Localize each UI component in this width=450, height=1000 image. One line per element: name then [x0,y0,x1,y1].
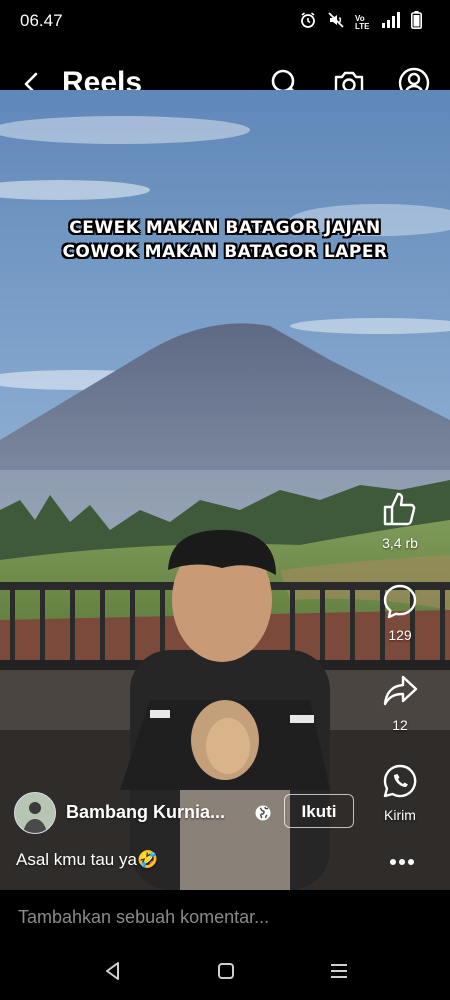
signal-icon [381,12,401,33]
share-count: 12 [392,717,408,733]
author-row: Bambang Kurnia... Ikuti [14,792,374,834]
comment-count: 129 [388,627,412,643]
like-button[interactable]: 3,4 rb [368,490,432,551]
comment-button[interactable]: 129 [368,582,432,643]
status-time: 06.47 [20,11,63,30]
comment-bar [0,890,450,940]
send-button[interactable]: Kirim [368,762,432,823]
alarm-icon [299,11,317,34]
thumbs-up-icon [383,492,416,526]
whatsapp-icon [383,764,417,798]
status-icons: Vo LTE [299,11,422,34]
send-label: Kirim [384,807,416,823]
like-count: 3,4 rb [382,535,418,551]
post-caption[interactable]: Asal kmu tau ya🤣 [16,850,158,870]
share-icon [383,675,418,706]
volte-icon: Vo LTE [355,13,370,31]
video-caption-text: CEWEK MAKAN BATAGOR JAJAN COWOK MAKAN BA… [0,216,450,264]
share-button[interactable]: 12 [368,672,432,733]
comment-icon [383,584,417,619]
video-caption-line-1: CEWEK MAKAN BATAGOR JAJAN [69,218,381,238]
battery-icon [411,11,422,34]
author-name[interactable]: Bambang Kurnia... [66,802,225,823]
comment-input[interactable] [16,902,420,932]
avatar[interactable] [14,792,56,834]
more-options-icon[interactable] [388,854,416,865]
globe-icon [254,804,272,822]
app-header: Reels [0,40,450,99]
nav-recents-icon[interactable] [328,960,350,982]
nav-home-icon[interactable] [215,960,237,982]
mute-icon [327,11,345,34]
follow-button[interactable]: Ikuti [284,794,354,828]
video-caption-line-2: COWOK MAKAN BATAGOR LAPER [62,242,388,262]
system-nav-bar [0,940,450,1000]
nav-back-icon[interactable] [102,960,124,982]
status-bar: 06.47 Vo LTE [0,0,450,40]
